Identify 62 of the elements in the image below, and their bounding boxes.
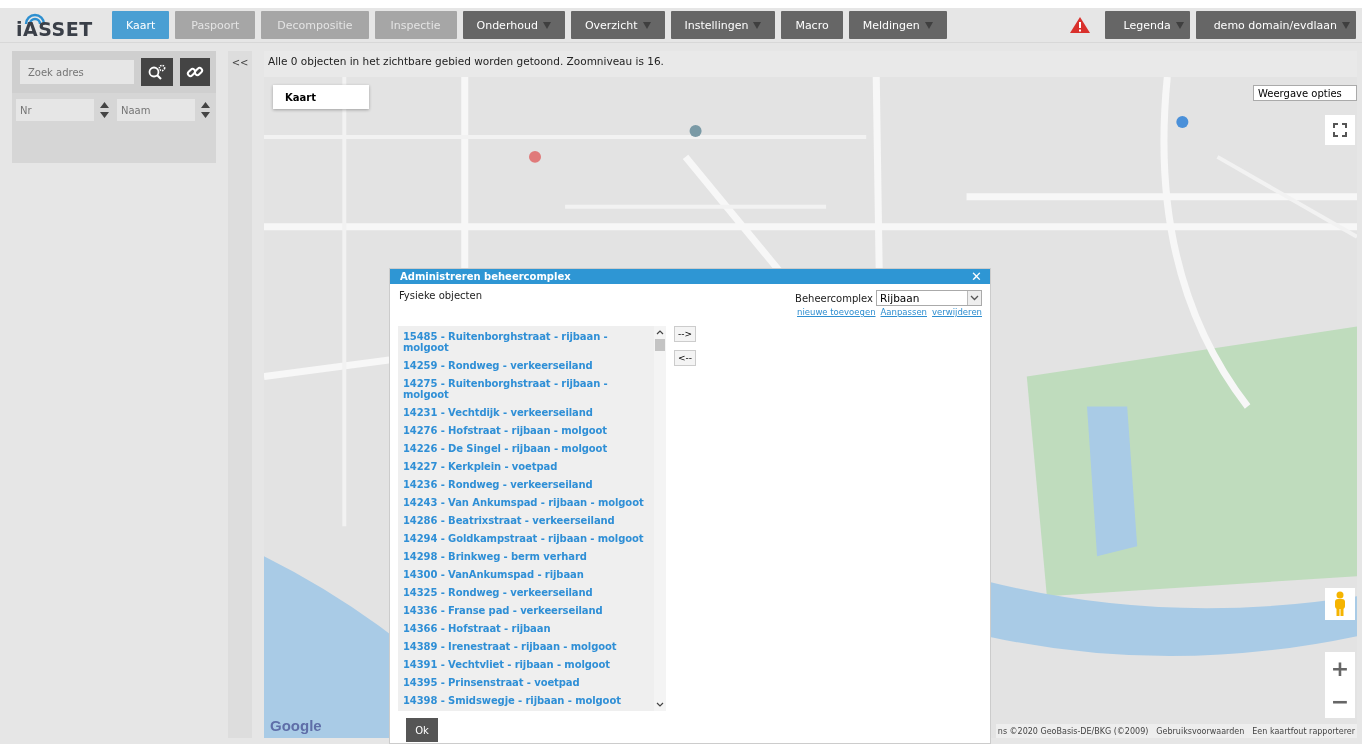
map-link[interactable]: Gebruiksvoorwaarden (1156, 726, 1245, 736)
nav-tab[interactable]: Onderhoud (462, 11, 565, 39)
list-item[interactable]: 14298 - Brinkweg - berm verhard (403, 548, 654, 566)
scrollbar-thumb[interactable] (655, 339, 665, 351)
nav-tab[interactable]: Kaart (112, 11, 170, 39)
list-item[interactable]: 14300 - VanAnkumspad - rijbaan (403, 566, 654, 584)
chevron-down-icon (970, 295, 979, 301)
nav-tab[interactable]: Meldingen (848, 11, 947, 39)
nav-tab[interactable]: Instellingen (670, 11, 776, 39)
nav-tab[interactable]: Overzicht (570, 11, 665, 39)
list-item[interactable]: 14227 - Kerkplein - voetpad (403, 458, 654, 476)
map-type-select[interactable]: Kaart (273, 85, 369, 109)
map-logo: Google (270, 717, 322, 734)
field-label: Beheercomplex (795, 292, 873, 304)
ok-button[interactable]: Ok (406, 718, 438, 742)
list-item[interactable]: 14286 - Beatrixstraat - verkeerseiland (403, 512, 654, 530)
sort-icon (201, 102, 210, 118)
dialog-title: Administreren beheercomplex (400, 271, 571, 282)
list-item[interactable]: 14275 - Ruitenborghstraat - rijbaan - molgoot (403, 375, 654, 404)
link-button[interactable] (180, 58, 210, 86)
list-item[interactable]: 14389 - Irenestraat - rijbaan - molgoot (403, 638, 654, 656)
display-options-select[interactable]: Weergave opties (1253, 85, 1357, 101)
scroll-down-icon (656, 702, 664, 707)
search-settings-button[interactable] (141, 58, 173, 86)
list-item[interactable]: 14398 - Smidswegje - rijbaan - molgoot (403, 692, 654, 710)
list-item[interactable]: 14336 - Franse pad - verkeerseiland (403, 602, 654, 620)
search-gear-icon (147, 63, 167, 81)
list-item[interactable]: 15485 - Ruitenborghstraat - rijbaan - molgoot (403, 328, 654, 357)
list-item[interactable]: 14231 - Vechtdijk - verkeerseiland (403, 404, 654, 422)
list-item[interactable]: 14276 - Hofstraat - rijbaan - molgoot (403, 422, 654, 440)
list-item[interactable]: 14366 - Hofstraat - rijbaan (403, 620, 654, 638)
list-item[interactable]: 14259 - Rondweg - verkeerseiland (403, 357, 654, 375)
person-icon (1333, 591, 1347, 617)
nav-tab[interactable]: Macro (781, 11, 843, 39)
link[interactable]: Aanpassen (880, 307, 927, 317)
sort-icon (100, 102, 109, 118)
search-field[interactable]: Zoek adres (20, 60, 134, 84)
logo: iASSET (16, 11, 96, 39)
list-item[interactable]: 14325 - Rondweg - verkeerseiland (403, 584, 654, 602)
fullscreen-icon (1333, 123, 1347, 137)
warning-icon (1069, 16, 1092, 34)
list-item[interactable]: 14236 - Rondweg - verkeerseiland (403, 476, 654, 494)
menu-button[interactable]: Legenda (1105, 11, 1190, 39)
filter-field[interactable]: Nr (16, 99, 94, 121)
list-item[interactable]: 14226 - De Singel - rijbaan - molgoot (403, 440, 654, 458)
fullscreen-button[interactable] (1325, 115, 1355, 145)
link[interactable]: verwijderen (932, 307, 982, 317)
list-item[interactable]: 14395 - Prinsenstraat - voetpad (403, 674, 654, 692)
list-label: Fysieke objecten (399, 290, 482, 303)
attribution-text: ns ©2020 GeoBasis-DE/BKG (©2009) (997, 726, 1149, 736)
move-button[interactable]: --> (674, 326, 696, 342)
filter-field[interactable]: Naam (117, 99, 195, 121)
move-button[interactable]: <-- (674, 350, 696, 366)
list-item[interactable]: 14391 - Vechtvliet - rijbaan - molgoot (403, 656, 654, 674)
list-item[interactable]: 14294 - Goldkampstraat - rijbaan - molgoot (403, 530, 654, 548)
list-item[interactable]: 14243 - Van Ankumspad - rijbaan - molgoot (403, 494, 654, 512)
map-link[interactable]: Een kaartfout rapporterer (1252, 726, 1355, 736)
link[interactable]: nieuwe toevoegen (797, 307, 876, 317)
menu-button[interactable]: demo domain/evdlaan (1195, 11, 1356, 39)
close-button[interactable]: ✕ (971, 269, 982, 284)
scroll-up-icon (656, 330, 664, 335)
complex-select[interactable]: Rijbaan (876, 290, 982, 306)
